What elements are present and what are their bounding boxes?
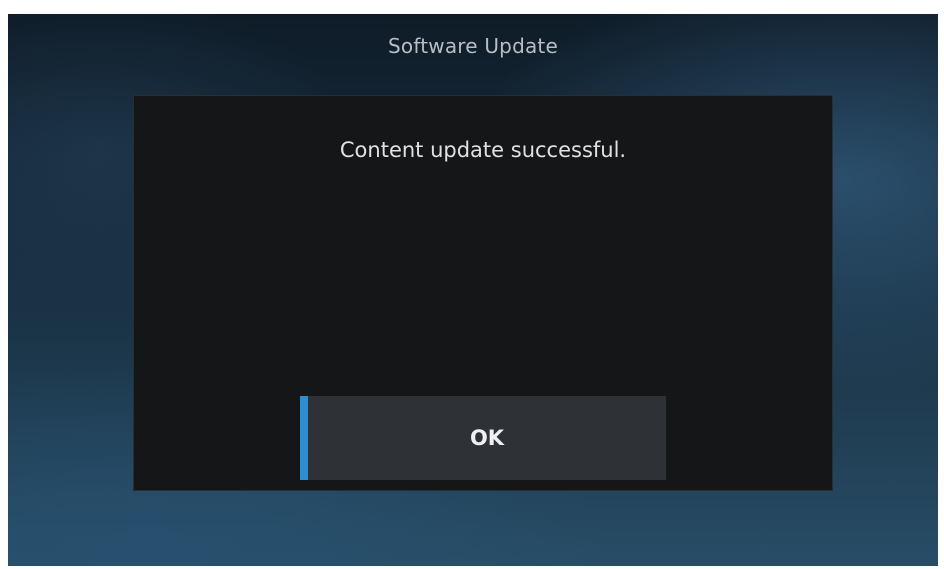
ok-button[interactable]: OK	[300, 396, 666, 480]
update-result-dialog: Content update successful. OK	[133, 95, 833, 491]
screen-title: Software Update	[388, 34, 558, 58]
dialog-message: Content update successful.	[339, 138, 627, 162]
focus-indicator	[300, 396, 308, 480]
ok-button-label: OK	[469, 426, 505, 450]
software-update-screen: Software Update Content update successfu…	[8, 14, 938, 566]
